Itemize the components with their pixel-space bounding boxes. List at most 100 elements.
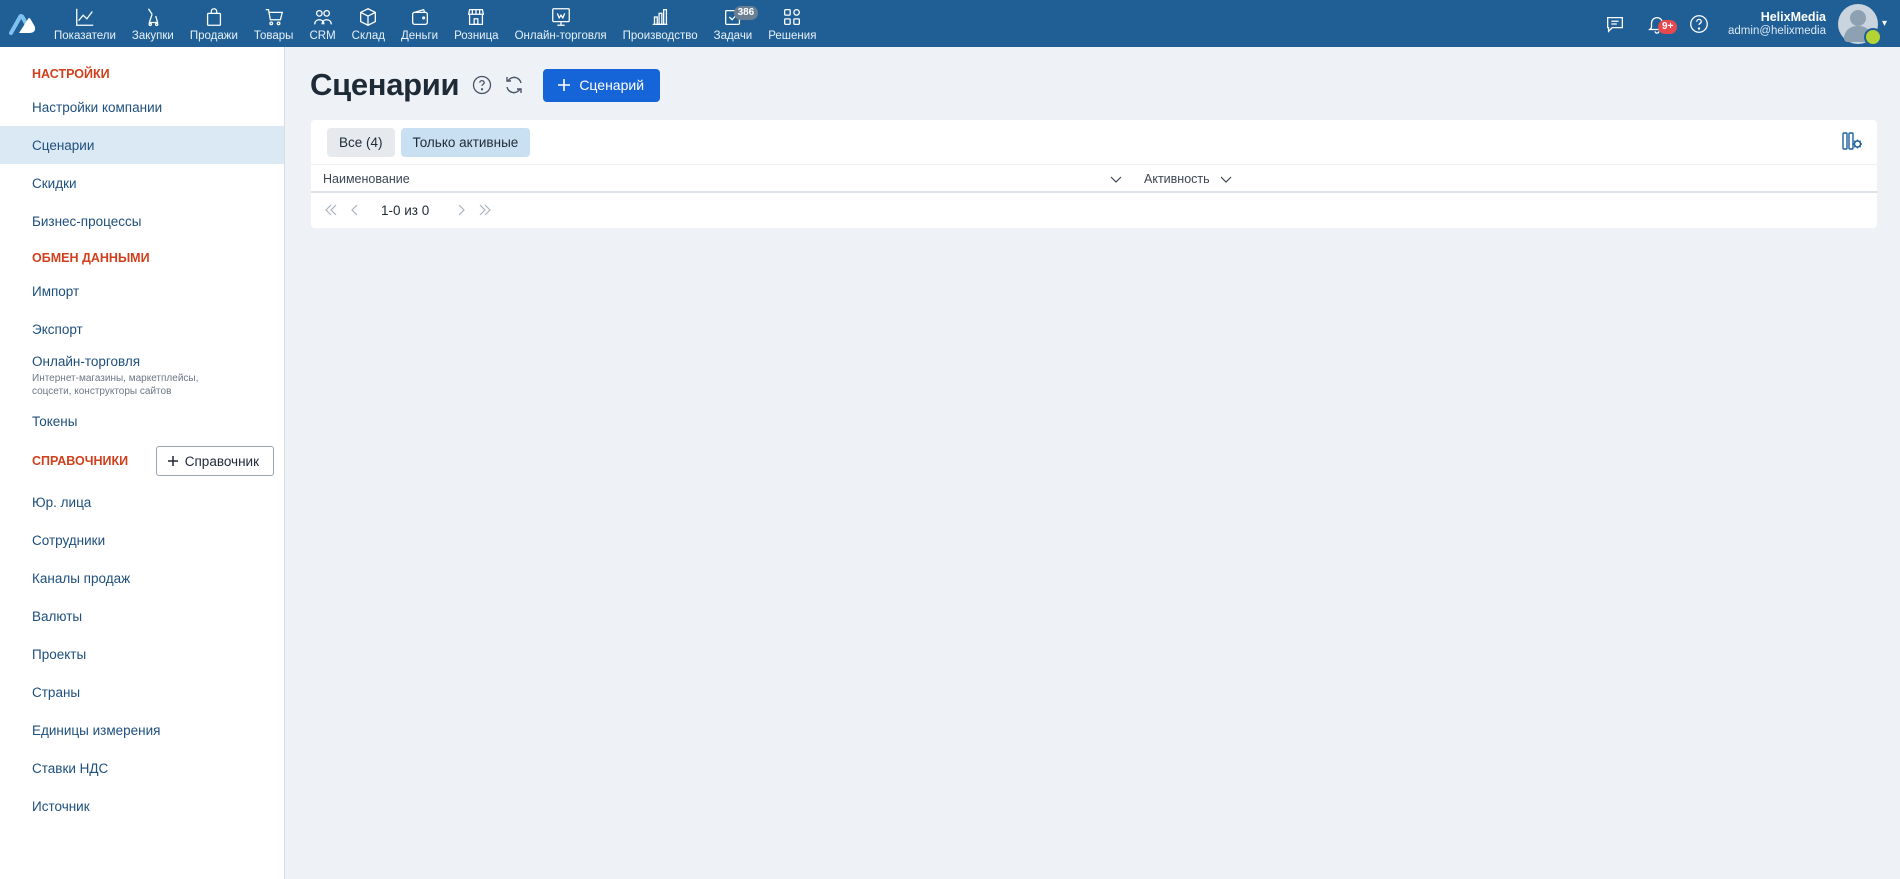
plus-icon	[558, 79, 571, 91]
sidebar-item-sales-channels[interactable]: Каналы продаж	[0, 559, 284, 597]
double-chevron-right-icon	[479, 204, 492, 216]
sidebar-item-description: Интернет-магазины, маркетплейсы, соцсети…	[32, 373, 199, 397]
sidebar-item-tokens[interactable]: Токены	[0, 402, 284, 440]
sidebar-item-company-settings[interactable]: Настройки компании	[0, 88, 284, 126]
sidebar-item-discounts[interactable]: Скидки	[0, 164, 284, 202]
chevron-down-icon[interactable]	[1219, 172, 1233, 186]
nav-label: Деньги	[400, 29, 439, 42]
scenarios-table-card: Все (4) Только активные Наименование Акт…	[311, 120, 1877, 228]
add-dictionary-button[interactable]: Справочник	[155, 446, 274, 476]
plus-icon	[167, 456, 178, 466]
sidebar-item-currencies[interactable]: Валюты	[0, 597, 284, 635]
box-icon	[360, 7, 377, 26]
dictionaries-header-row: СПРАВОЧНИКИ Справочник	[0, 445, 284, 477]
column-settings-button[interactable]	[1841, 130, 1863, 152]
nav-resheniya[interactable]: Решения	[760, 0, 824, 47]
nav-dengi[interactable]: Деньги	[393, 0, 446, 47]
sidebar-item-vat-rates[interactable]: Ставки НДС	[0, 749, 284, 787]
people-icon	[313, 9, 332, 24]
sidebar-item-online-trade[interactable]: Онлайн-торговля Интернет-магазины, марке…	[0, 348, 284, 397]
sidebar-item-source[interactable]: Источник	[0, 787, 284, 825]
first-page-button[interactable]	[319, 198, 343, 222]
pagination-range: 1-0 из 0	[381, 202, 430, 218]
notifications-button[interactable]: 9+	[1636, 0, 1678, 47]
add-dictionary-label: Справочник	[184, 453, 259, 469]
sidebar-item-legal-entities[interactable]: Юр. лица	[0, 483, 284, 521]
app-logo[interactable]	[0, 0, 46, 47]
chat-button[interactable]	[1594, 0, 1636, 47]
section-header-data-exchange: ОБМЕН ДАННЫМИ	[32, 251, 150, 265]
nav-label: Розница	[454, 29, 499, 42]
sidebar-item-export[interactable]: Экспорт	[0, 310, 284, 348]
nav-label: Онлайн-торговля	[514, 29, 607, 42]
help-icon	[473, 75, 492, 95]
nav-crm[interactable]: CRM	[301, 0, 343, 47]
column-header-name[interactable]: Наименование	[323, 165, 410, 192]
nav-label: Продажи	[189, 29, 238, 42]
double-chevron-left-icon	[325, 204, 337, 216]
user-name: HelixMedia	[1760, 9, 1826, 24]
chevron-left-icon	[351, 204, 358, 216]
help-icon	[1690, 14, 1708, 33]
nav-tovary[interactable]: Товары	[246, 0, 302, 47]
sidebar-item-import[interactable]: Импорт	[0, 272, 284, 310]
nav-proizvodstvo[interactable]: Производство	[615, 0, 706, 47]
main-content: Сценарии Сценарий Все (4) Только активны…	[286, 47, 1900, 879]
user-menu-caret-icon[interactable]: ▾	[1882, 18, 1892, 29]
cart-icon	[265, 8, 283, 25]
refresh-button[interactable]	[503, 74, 525, 96]
sidebar-item-employees[interactable]: Сотрудники	[0, 521, 284, 559]
avatar-head	[1850, 9, 1866, 26]
nav-online-torgovlya[interactable]: Онлайн-торговля	[507, 0, 615, 47]
page-title: Сценарии	[310, 67, 460, 102]
tasks-count-badge: 386	[733, 6, 759, 20]
purchases-icon	[147, 7, 159, 26]
top-navigation-bar: Показатели Закупки Продажи Товары CRM Ск…	[0, 0, 1900, 47]
top-right-controls: 9+ HelixMedia admin@helixmedia ▾	[1594, 0, 1900, 47]
nav-prodazhi[interactable]: Продажи	[182, 0, 246, 47]
main-nav: Показатели Закупки Продажи Товары CRM Ск…	[46, 0, 824, 47]
nav-roznitsa[interactable]: Розница	[446, 0, 506, 47]
add-scenario-button[interactable]: Сценарий	[543, 68, 661, 102]
column-header-activity[interactable]: Активность	[1144, 165, 1210, 192]
sidebar-item-label: Онлайн-торговля	[32, 354, 141, 369]
section-header-dictionaries: СПРАВОЧНИКИ	[32, 454, 129, 468]
filter-chips: Все (4) Только активные	[327, 128, 531, 157]
sidebar-item-business-processes[interactable]: Бизнес-процессы	[0, 202, 284, 240]
pagination: 1-0 из 0	[319, 195, 497, 225]
logo-icon	[9, 13, 36, 35]
nav-label: Показатели	[54, 29, 116, 42]
online-store-icon	[551, 7, 570, 26]
help-button[interactable]	[1678, 0, 1720, 47]
last-page-button[interactable]	[473, 198, 497, 222]
filter-active-only[interactable]: Только активные	[400, 128, 531, 157]
nav-zakupki[interactable]: Закупки	[124, 0, 182, 47]
nav-label: Товары	[253, 29, 294, 42]
sidebar-item-countries[interactable]: Страны	[0, 673, 284, 711]
nav-label: Производство	[622, 29, 698, 42]
nav-sklad[interactable]: Склад	[344, 0, 393, 47]
add-scenario-label: Сценарий	[579, 77, 645, 93]
sidebar-item-scenarios[interactable]: Сценарии	[0, 126, 284, 164]
filter-all[interactable]: Все (4)	[327, 128, 395, 157]
help-button[interactable]	[471, 74, 493, 96]
nav-label: Закупки	[131, 29, 174, 42]
nav-zadachi[interactable]: Задачи 386	[706, 0, 761, 47]
store-icon	[468, 8, 485, 25]
chevron-down-icon[interactable]	[1109, 172, 1123, 186]
chat-icon	[1607, 16, 1623, 33]
next-page-button[interactable]	[449, 198, 473, 222]
sidebar-item-projects[interactable]: Проекты	[0, 635, 284, 673]
settings-sidebar: НАСТРОЙКИ Настройки компании Сценарии Ск…	[0, 47, 285, 879]
notifications-badge: 9+	[1658, 20, 1678, 34]
sidebar-item-units[interactable]: Единицы измерения	[0, 711, 284, 749]
avatar[interactable]	[1838, 3, 1882, 46]
page-header: Сценарии Сценарий	[310, 67, 661, 103]
nav-pokazateli[interactable]: Показатели	[46, 0, 124, 47]
prev-page-button[interactable]	[343, 198, 367, 222]
user-info[interactable]: HelixMedia admin@helixmedia	[1720, 10, 1838, 38]
shopping-bag-icon	[206, 7, 221, 26]
chevron-right-icon	[458, 204, 466, 216]
refresh-icon	[506, 76, 523, 94]
table-header: Наименование Активность	[311, 164, 1877, 193]
